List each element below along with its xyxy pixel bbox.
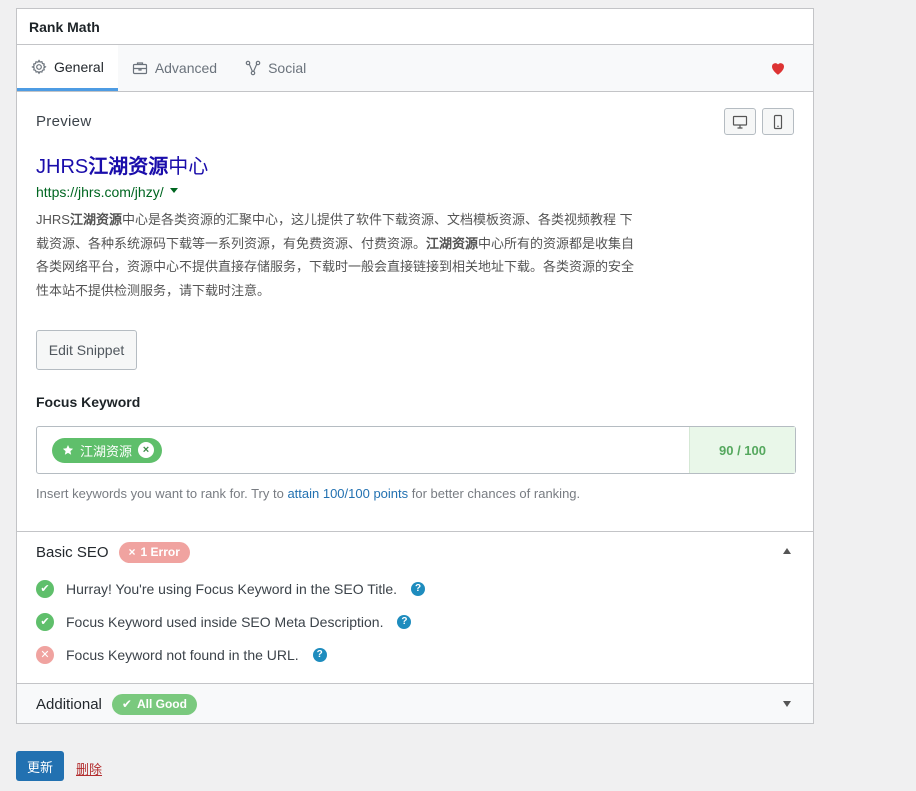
gear-icon	[31, 58, 47, 74]
edit-snippet-button[interactable]: Edit Snippet	[36, 330, 137, 370]
all-good-label: All Good	[136, 697, 187, 711]
expand-arrow-icon[interactable]	[783, 701, 791, 707]
check-icon: ✔	[36, 612, 54, 631]
tab-advanced-label: Advanced	[154, 60, 218, 76]
preview-section: Preview JHRS江湖资源中心 https://jhrs.com/jhzy…	[17, 92, 813, 501]
heart-icon[interactable]	[769, 59, 787, 77]
panel-title: Rank Math	[17, 9, 813, 45]
preview-label: Preview	[36, 113, 92, 130]
help-icon[interactable]: ?	[397, 614, 412, 629]
tab-bar: General Advanced Social	[17, 45, 813, 92]
star-icon[interactable]	[62, 444, 74, 456]
close-icon: ×	[128, 545, 136, 559]
error-icon: ✕	[36, 645, 54, 664]
serp-description[interactable]: JHRS江湖资源中心是各类资源的汇聚中心，这儿提供了软件下载资源、文档模板资源、…	[36, 208, 636, 302]
tab-general-label: General	[54, 58, 104, 75]
help-text: Insert keywords you want to rank for. Tr…	[36, 486, 288, 501]
tab-advanced[interactable]: Advanced	[118, 45, 231, 91]
desktop-preview-button[interactable]	[724, 108, 756, 135]
update-button[interactable]: 更新	[16, 751, 64, 781]
desktop-icon	[732, 115, 748, 129]
basic-seo-title: Basic SEO	[36, 543, 109, 561]
help-icon[interactable]: ?	[411, 581, 426, 596]
serp-title-part: JHRS	[36, 156, 89, 178]
rank-math-panel: Rank Math General Advanced Social Previe…	[16, 8, 814, 724]
tab-general[interactable]: General	[17, 45, 118, 91]
error-badge: × 1 Error	[118, 541, 190, 563]
additional-header[interactable]: Additional ✔ All Good	[17, 684, 813, 724]
basic-seo-header[interactable]: Basic SEO × 1 Error	[17, 532, 813, 572]
mobile-preview-button[interactable]	[762, 108, 794, 135]
help-icon[interactable]: ?	[312, 647, 327, 662]
serp-url[interactable]: https://jhrs.com/jhzy/	[36, 184, 794, 200]
focus-keyword-input[interactable]: 江湖资源 × 90 / 100	[36, 426, 796, 474]
share-network-icon	[245, 60, 261, 76]
keyword-tags: 江湖资源 ×	[37, 427, 689, 473]
attain-points-link[interactable]: attain 100/100 points	[287, 486, 408, 501]
tab-social[interactable]: Social	[231, 45, 320, 91]
serp-title-part: 中心	[168, 156, 209, 178]
remove-keyword-button[interactable]: ×	[138, 442, 155, 458]
check-icon: ✔	[121, 697, 132, 711]
error-badge-label: 1 Error	[140, 545, 180, 559]
keyword-tag[interactable]: 江湖资源 ×	[52, 437, 163, 463]
focus-keyword-help: Insert keywords you want to rank for. Tr…	[36, 486, 794, 501]
toolbox-icon	[132, 62, 147, 75]
tab-social-label: Social	[268, 60, 307, 76]
desc-part: JHRS	[36, 212, 70, 227]
caret-down-icon	[169, 188, 178, 193]
keyword-score: 90 / 100	[689, 427, 795, 473]
seo-check-item: ✔ Focus Keyword used inside SEO Meta Des…	[17, 605, 813, 638]
desc-keyword: 江湖资源	[69, 212, 122, 227]
keyword-tag-label: 江湖资源	[80, 443, 133, 459]
serp-url-text: https://jhrs.com/jhzy/	[36, 184, 164, 200]
serp-title-keyword: 江湖资源	[88, 156, 169, 178]
device-toggle	[724, 108, 794, 135]
desc-keyword: 江湖资源	[426, 235, 479, 251]
focus-keyword-label: Focus Keyword	[36, 394, 141, 410]
delete-link[interactable]: 删除	[76, 759, 102, 778]
seo-check-text: Focus Keyword used inside SEO Meta Descr…	[66, 613, 384, 630]
all-good-badge: ✔ All Good	[111, 693, 197, 715]
seo-check-item: ✕ Focus Keyword not found in the URL. ?	[17, 638, 813, 671]
check-icon: ✔	[36, 579, 54, 598]
seo-check-item: ✔ Hurray! You're using Focus Keyword in …	[17, 572, 813, 605]
collapse-arrow-icon[interactable]	[783, 548, 791, 554]
additional-section: Additional ✔ All Good	[17, 683, 813, 723]
additional-title: Additional	[36, 695, 102, 713]
basic-seo-section: Basic SEO × 1 Error ✔ Hurray! You're usin…	[17, 531, 813, 683]
serp-title[interactable]: JHRS江湖资源中心	[36, 150, 794, 179]
seo-check-text: Hurray! You're using Focus Keyword in th…	[66, 580, 398, 597]
mobile-icon	[773, 114, 783, 129]
help-text: for better chances of ranking.	[408, 486, 581, 501]
seo-check-text: Focus Keyword not found in the URL.	[66, 646, 299, 663]
